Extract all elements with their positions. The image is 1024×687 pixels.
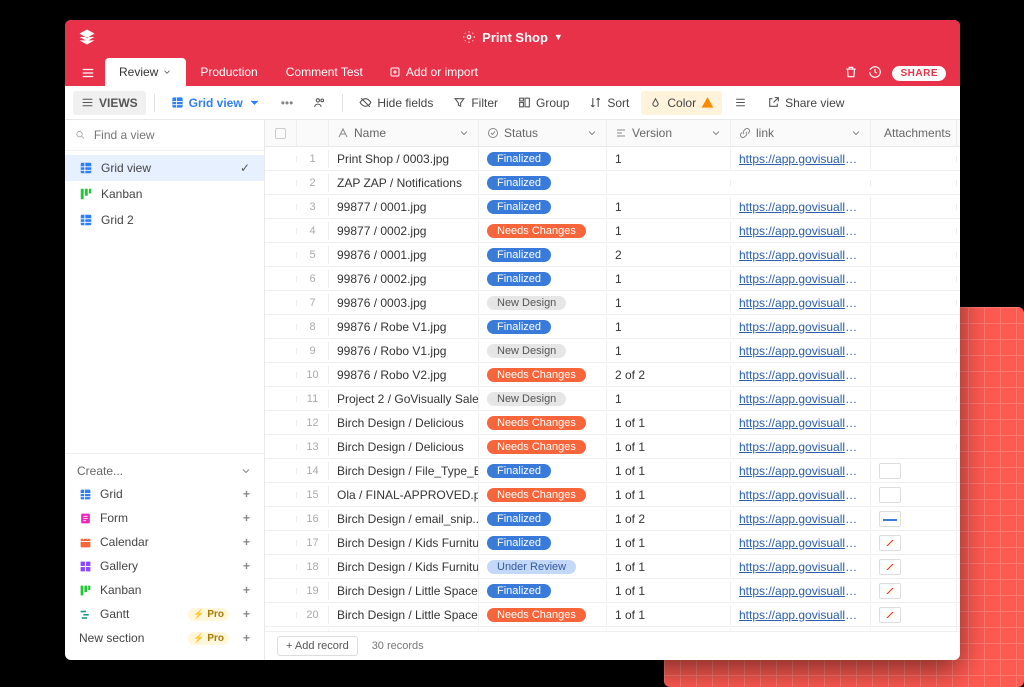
add-record-button[interactable]: + Add record: [277, 636, 358, 656]
create-section-header[interactable]: Create...: [77, 460, 252, 482]
table-row[interactable]: 599876 / 0001.jpgFinalized2https://app.g…: [265, 243, 960, 267]
table-row[interactable]: 1099876 / Robo V2.jpgNeeds Changes2 of 2…: [265, 363, 960, 387]
filter-button[interactable]: Filter: [445, 91, 506, 115]
tab-review[interactable]: Review: [105, 58, 186, 86]
row-height-button[interactable]: [726, 91, 755, 114]
trash-icon[interactable]: [844, 65, 858, 82]
table-row[interactable]: 14Birch Design / File_Type_ERRFinalized1…: [265, 459, 960, 483]
add-table-label: Add or import: [406, 65, 478, 79]
record-count: 30 records: [372, 640, 424, 652]
column-link[interactable]: link: [731, 120, 871, 146]
column-status[interactable]: Status: [479, 120, 607, 146]
sidebar-view-grid-view[interactable]: Grid view✓: [65, 155, 264, 181]
current-view-button[interactable]: Grid view: [163, 91, 269, 115]
column-name[interactable]: Name: [329, 120, 479, 146]
table-row[interactable]: 18Birch Design / Kids Furnitur...Under R…: [265, 555, 960, 579]
hide-fields-button[interactable]: Hide fields: [351, 91, 441, 115]
create-calendar[interactable]: Calendar+: [77, 530, 252, 554]
create-form[interactable]: Form+: [77, 506, 252, 530]
sidebar-view-kanban[interactable]: Kanban: [65, 181, 264, 207]
tab-comment-test[interactable]: Comment Test: [272, 58, 377, 86]
table-row[interactable]: 999876 / Robo V1.jpgNew Design1https://a…: [265, 339, 960, 363]
table-row[interactable]: 1Print Shop / 0003.jpgFinalized1https://…: [265, 147, 960, 171]
sidebar-view-grid-2[interactable]: Grid 2: [65, 207, 264, 233]
row-number-header: [297, 120, 329, 146]
search-view-row: [65, 120, 264, 151]
table-row[interactable]: 11Project 2 / GoVisually Sales...New Des…: [265, 387, 960, 411]
create-gantt[interactable]: GanttPro+: [77, 602, 252, 626]
add-table-button[interactable]: Add or import: [379, 58, 488, 86]
table-row[interactable]: 20Birch Design / Little Spaces...Needs C…: [265, 603, 960, 627]
group-button[interactable]: Group: [510, 91, 577, 115]
table-row[interactable]: 799876 / 0003.jpgNew Design1https://app.…: [265, 291, 960, 315]
table-row[interactable]: 899876 / Robe V1.jpgFinalized1https://ap…: [265, 315, 960, 339]
views-label: VIEWS: [99, 96, 138, 110]
hide-fields-label: Hide fields: [377, 96, 433, 110]
table-row[interactable]: 499877 / 0002.jpgNeeds Changes1https://a…: [265, 219, 960, 243]
filter-label: Filter: [471, 96, 498, 110]
table-row[interactable]: 17Birch Design / Kids Furnitur...Finaliz…: [265, 531, 960, 555]
select-all-header[interactable]: [265, 120, 297, 146]
color-button[interactable]: Color: [641, 91, 722, 115]
create-kanban[interactable]: Kanban+: [77, 578, 252, 602]
create-label: Create...: [77, 464, 123, 478]
column-attachments[interactable]: Attachments: [871, 120, 957, 146]
grid-footer: + Add record 30 records: [265, 631, 960, 660]
base-title[interactable]: Print Shop ▼: [462, 30, 563, 45]
create-gallery[interactable]: Gallery+: [77, 554, 252, 578]
view-more-button[interactable]: •••: [273, 91, 302, 115]
base-title-text: Print Shop: [482, 30, 548, 45]
table-row[interactable]: 12Birch Design / DeliciousNeeds Changes1…: [265, 411, 960, 435]
data-grid: Name Status Version: [265, 120, 960, 660]
group-label: Group: [536, 96, 569, 110]
logo-icon: [77, 27, 97, 47]
table-row[interactable]: 19Birch Design / Little Spaces...Finaliz…: [265, 579, 960, 603]
view-sidebar: Grid view✓KanbanGrid 2 Create... Grid+ F…: [65, 120, 265, 660]
share-button[interactable]: SHARE: [892, 66, 946, 81]
table-row[interactable]: 16Birch Design / email_snip...Finalized1…: [265, 507, 960, 531]
share-view-label: Share view: [785, 96, 844, 110]
history-icon[interactable]: [868, 65, 882, 82]
table-row[interactable]: 13Birch Design / DeliciousNeeds Changes1…: [265, 435, 960, 459]
table-tabs: Review ProductionComment Test Add or imp…: [65, 54, 960, 86]
table-row[interactable]: 2ZAP ZAP / NotificationsFinalized: [265, 171, 960, 195]
create-new-section[interactable]: New sectionPro+: [77, 626, 252, 650]
table-row[interactable]: 15Ola / FINAL-APPROVED.pngNeeds Changes1…: [265, 483, 960, 507]
table-row[interactable]: 399877 / 0001.jpgFinalized1https://app.g…: [265, 195, 960, 219]
app-window: Print Shop ▼ Review ProductionComment Te…: [65, 20, 960, 660]
grid-header: Name Status Version: [265, 120, 960, 147]
create-grid[interactable]: Grid+: [77, 482, 252, 506]
menu-button[interactable]: [73, 60, 103, 86]
title-bar: Print Shop ▼: [65, 20, 960, 54]
people-button[interactable]: [305, 91, 334, 114]
current-view-label: Grid view: [189, 96, 243, 110]
views-button[interactable]: VIEWS: [73, 91, 146, 115]
chevron-down-icon: ▼: [554, 32, 563, 42]
search-view-input[interactable]: [92, 127, 254, 143]
share-view-button[interactable]: Share view: [759, 91, 852, 115]
sort-button[interactable]: Sort: [581, 91, 637, 115]
sort-label: Sort: [607, 96, 629, 110]
color-label: Color: [667, 96, 696, 110]
tab-production[interactable]: Production: [186, 58, 271, 86]
column-version[interactable]: Version: [607, 120, 731, 146]
table-row[interactable]: 699876 / 0002.jpgFinalized1https://app.g…: [265, 267, 960, 291]
view-toolbar: VIEWS Grid view ••• Hide fields Filter: [65, 86, 960, 120]
